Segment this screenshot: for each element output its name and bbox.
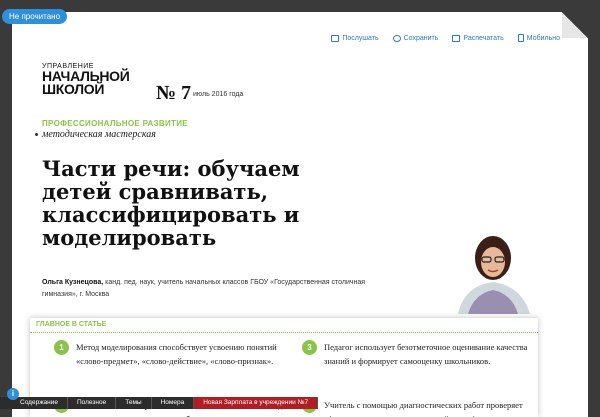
bottom-tab-bar: Содержание Полезное Темы Номера Новая За… [0, 397, 319, 409]
tab-topics[interactable]: Темы [116, 397, 152, 409]
page-corner-fold [562, 12, 588, 38]
magazine-title: НАЧАЛЬНОЙ ШКОЛОЙ [42, 69, 130, 97]
issue-number: № 7 [156, 82, 192, 104]
article-toolbar: Послушать Сохранить Распечатать Мобильно [331, 34, 560, 42]
unread-badge: Не прочитано [2, 9, 68, 24]
listen-button[interactable]: Послушать [331, 34, 379, 42]
save-icon [392, 34, 401, 42]
key-points-heading: ГЛАВНОЕ В СТАТЬЕ [36, 321, 107, 328]
print-button[interactable]: Распечатать [452, 34, 504, 42]
key-point-text: Учитель с помощью диагностических работ … [324, 400, 523, 417]
book-icon [331, 34, 340, 42]
save-label: Сохранить [403, 34, 439, 42]
issue-date: июль 2016 года [193, 91, 244, 98]
tab-promo[interactable]: Новая Зарплата в учреждении №7 [194, 397, 319, 409]
article-title: Части речи: обучаем детей сравнивать, кл… [42, 156, 300, 250]
bullet-dot [35, 133, 38, 136]
magazine-title-line: ШКОЛОЙ [42, 81, 105, 97]
tab-useful[interactable]: Полезное [68, 397, 117, 409]
save-button[interactable]: Сохранить [392, 34, 439, 42]
key-point-number: 3 [302, 340, 317, 355]
key-points-divider [30, 332, 538, 333]
print-label: Распечатать [463, 34, 504, 42]
listen-label: Послушать [342, 34, 379, 42]
author-info: Ольга Кузнецова, канд. пед. наук, учител… [42, 277, 372, 301]
section-label: ПРОФЕССИОНАЛЬНОЕ РАЗВИТИЕ [42, 119, 188, 128]
print-icon [452, 34, 461, 42]
key-point-text: Педагог использует безотметочное оценива… [324, 342, 528, 366]
tab-issues[interactable]: Номера [151, 397, 195, 409]
article-page: Послушать Сохранить Распечатать Мобильно… [12, 12, 588, 417]
subsection-label: методическая мастерская [42, 129, 156, 140]
info-icon[interactable]: i [7, 388, 19, 400]
mobile-button[interactable]: Мобильно [517, 34, 560, 42]
author-photo [450, 224, 536, 314]
key-point-number: 1 [54, 340, 69, 355]
key-point-text: Метод моделирования способствует усвоени… [76, 342, 277, 366]
author-name: Ольга Кузнецова, [42, 279, 104, 286]
mobile-label: Мобильно [526, 34, 560, 42]
mobile-icon [517, 34, 524, 42]
